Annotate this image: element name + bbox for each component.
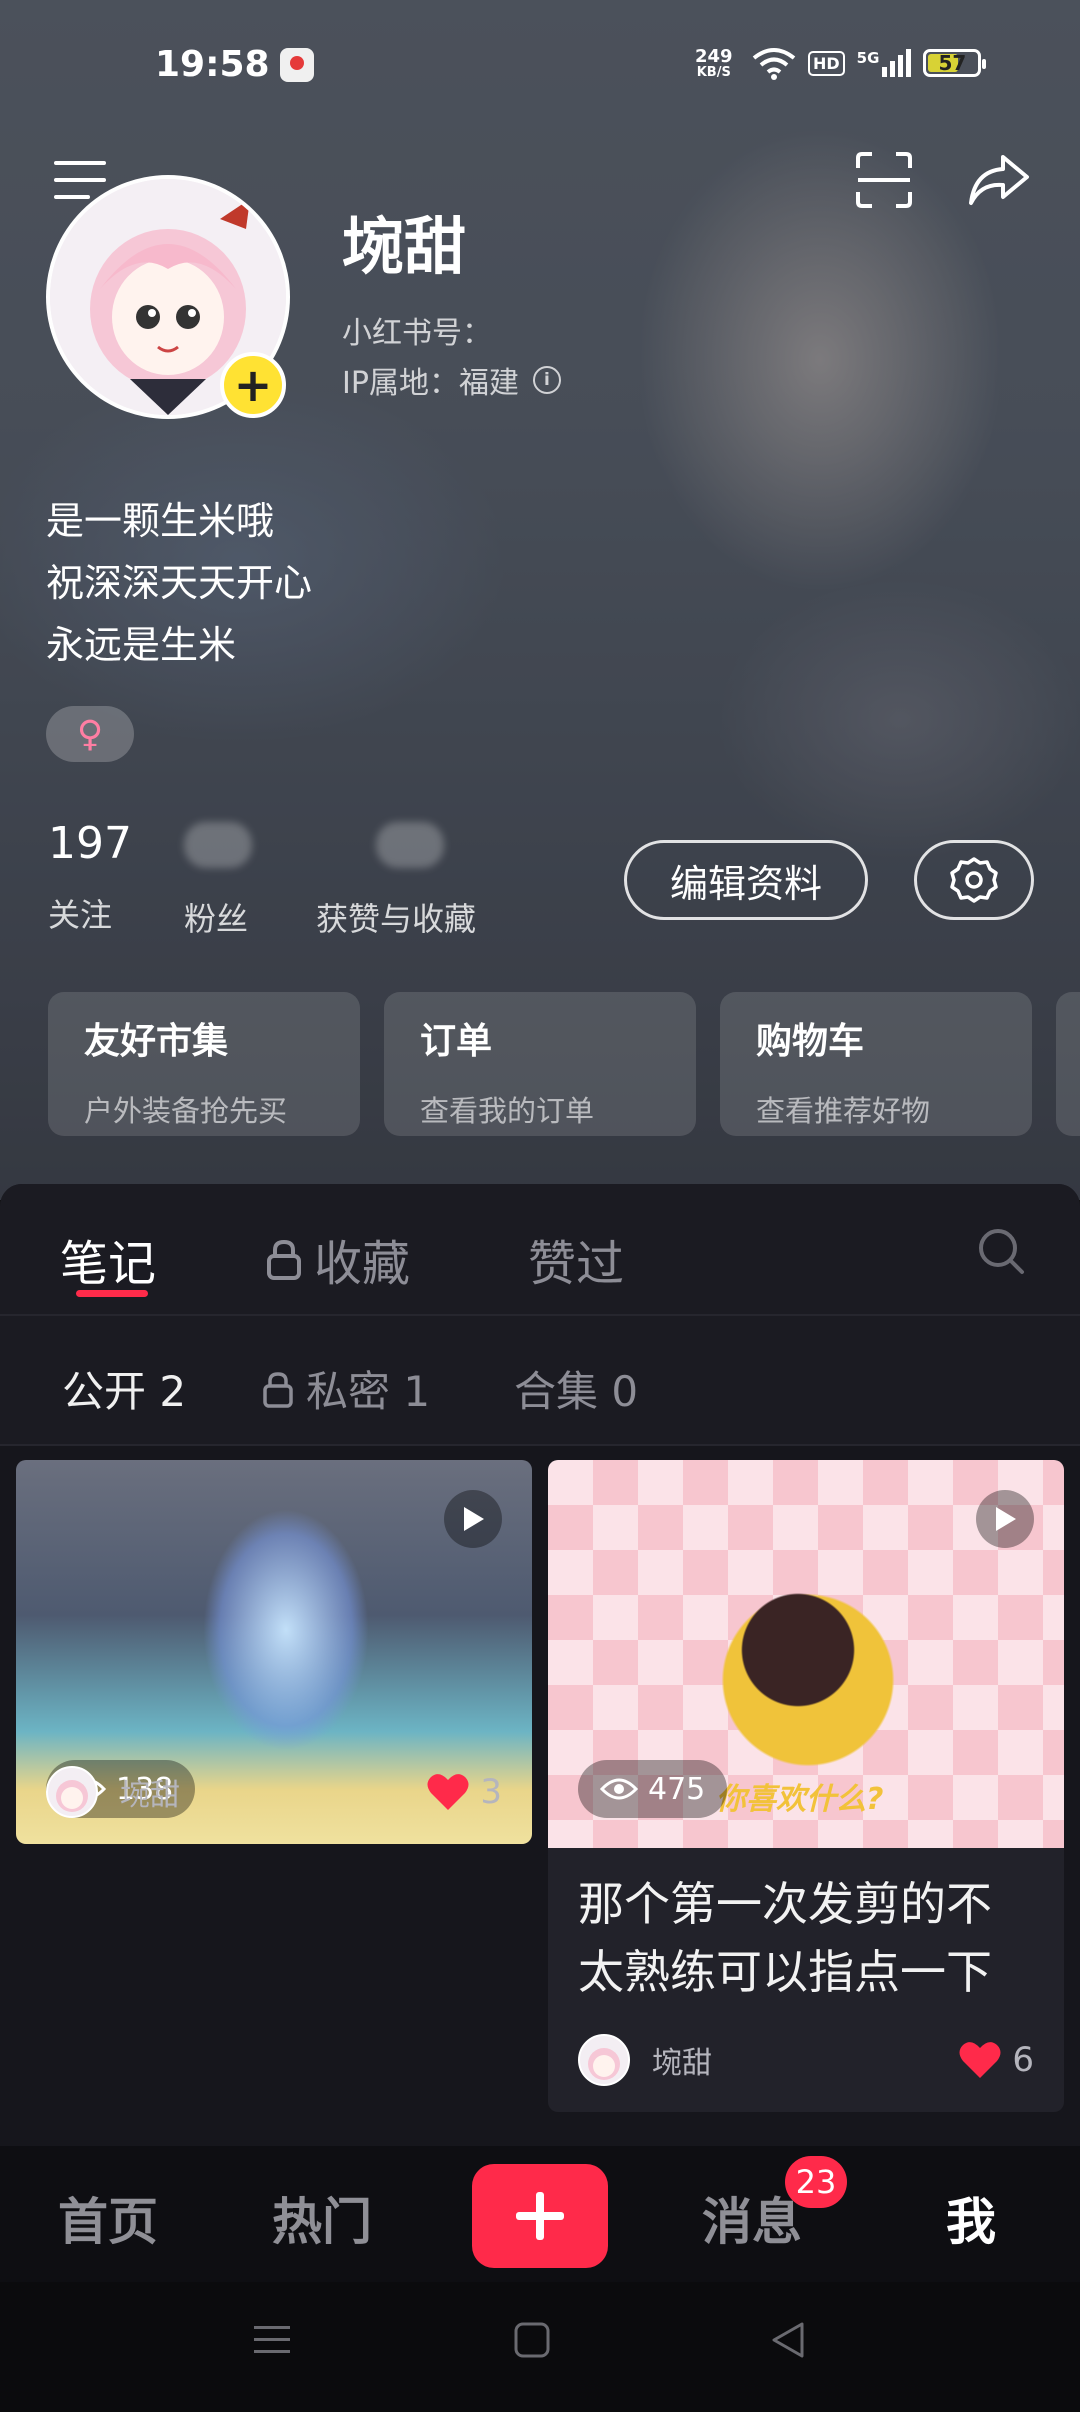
profile-nickname: 埦甜 <box>342 210 467 283</box>
status-bar: 19:58 249 KB/S HD 5G 57 <box>0 0 1080 140</box>
subtab-public[interactable]: 公开 2 <box>62 1358 186 1419</box>
followers-count-hidden <box>184 822 252 868</box>
card-more[interactable] <box>1056 992 1080 1136</box>
system-navigation-bar <box>0 2282 1080 2412</box>
note-title: 那个第一次发剪的不太熟练可以指点一下 <box>578 1877 992 1999</box>
content-tabs: 笔记 收藏 赞过 <box>0 1184 1080 1316</box>
lock-icon <box>263 1371 293 1408</box>
note-thumbnail: 你喜欢什么? 475 <box>548 1460 1064 1848</box>
gender-female-icon: ♀ <box>46 706 134 762</box>
network-speed: 249 KB/S <box>695 46 733 80</box>
author-name[interactable]: 埦甜 <box>120 1770 426 1814</box>
tab-liked[interactable]: 赞过 <box>528 1224 624 1294</box>
nav-me[interactable]: 我 <box>946 2182 996 2254</box>
signal-icon: 5G <box>857 49 912 77</box>
note-card[interactable]: 你喜欢什么? 475 那个第一次发剪的不太熟练可以指点一下 埦甜 6 <box>548 1460 1064 2112</box>
square-icon <box>514 2322 550 2358</box>
search-button[interactable] <box>976 1226 1026 1280</box>
system-back-button[interactable] <box>766 2318 810 2362</box>
notes-panel: 笔记 收藏 赞过 公开 2 私密 1 合集 0 138 埦甜 3 你喜欢什么? … <box>0 1184 1080 2214</box>
author-avatar[interactable] <box>578 2034 630 2086</box>
tab-notes[interactable]: 笔记 <box>60 1224 156 1294</box>
eye-icon <box>600 1778 638 1800</box>
bottom-navigation: 首页 热门 消息 23 我 <box>0 2146 1080 2282</box>
stat-following[interactable]: 197 关注 <box>48 818 132 936</box>
like-button[interactable]: 6 <box>958 2040 1034 2080</box>
stat-followers[interactable]: 粉丝 <box>184 818 252 940</box>
scan-icon <box>856 152 912 208</box>
nav-hot[interactable]: 热门 <box>272 2182 372 2254</box>
active-tab-indicator <box>76 1290 148 1297</box>
settings-button[interactable] <box>914 840 1034 920</box>
author-avatar[interactable] <box>46 1766 98 1818</box>
nav-home[interactable]: 首页 <box>58 2182 158 2254</box>
card-market[interactable]: 友好市集 户外装备抢先买 <box>48 992 360 1136</box>
card-orders[interactable]: 订单 查看我的订单 <box>384 992 696 1136</box>
video-play-icon <box>976 1490 1034 1548</box>
wifi-icon <box>752 48 796 80</box>
hd-icon: HD <box>808 50 845 76</box>
profile-screen: 19:58 249 KB/S HD 5G 57 + 埦甜 小红书号： IP属地：… <box>0 0 1080 2412</box>
back-triangle-icon <box>772 2322 804 2358</box>
service-cards: 友好市集 户外装备抢先买 订单 查看我的订单 购物车 查看推荐好物 <box>48 992 1080 1136</box>
subtab-private[interactable]: 私密 1 <box>262 1358 430 1419</box>
system-home-button[interactable] <box>510 2318 554 2362</box>
plus-icon <box>516 2192 564 2240</box>
note-card[interactable]: 138 转场 埦甜 3 <box>16 1460 532 1844</box>
note-filter-tabs: 公开 2 私密 1 合集 0 <box>0 1316 1080 1446</box>
share-button[interactable] <box>964 144 1034 214</box>
info-icon[interactable]: i <box>532 366 561 394</box>
lock-icon <box>267 1239 301 1280</box>
create-post-button[interactable] <box>472 2164 608 2268</box>
profile-bio: 是一颗生米哦 祝深深天天开心 永远是生米 <box>46 499 313 667</box>
likes-count-hidden <box>376 822 444 868</box>
add-avatar-button[interactable]: + <box>220 352 286 418</box>
subtab-collections[interactable]: 合集 0 <box>514 1358 638 1419</box>
red-id: 小红书号： <box>342 316 492 351</box>
ip-location: IP属地：福建 i <box>342 358 561 402</box>
notification-app-icon <box>280 48 314 82</box>
edit-profile-button[interactable]: 编辑资料 <box>624 840 868 920</box>
heart-icon <box>959 2042 1001 2078</box>
menu-icon <box>254 2326 290 2353</box>
gear-icon <box>950 857 998 903</box>
message-count-badge: 23 <box>785 2156 847 2208</box>
share-icon <box>969 155 1029 205</box>
tab-collections[interactable]: 收藏 <box>266 1224 410 1294</box>
card-cart[interactable]: 购物车 查看推荐好物 <box>720 992 1032 1136</box>
battery-icon: 57 <box>923 49 987 77</box>
scan-button[interactable] <box>852 148 916 212</box>
stat-likes-collections[interactable]: 获赞与收藏 <box>316 818 476 940</box>
search-icon <box>979 1229 1024 1274</box>
view-count: 475 <box>578 1760 728 1818</box>
video-play-icon <box>444 1490 502 1548</box>
thumbnail-caption: 你喜欢什么? <box>716 1782 884 1817</box>
author-name[interactable]: 埦甜 <box>652 2038 958 2082</box>
status-time: 19:58 <box>155 44 270 85</box>
like-button[interactable]: 3 <box>426 1772 502 1812</box>
heart-icon <box>427 1774 469 1810</box>
system-menu-button[interactable] <box>250 2318 294 2362</box>
